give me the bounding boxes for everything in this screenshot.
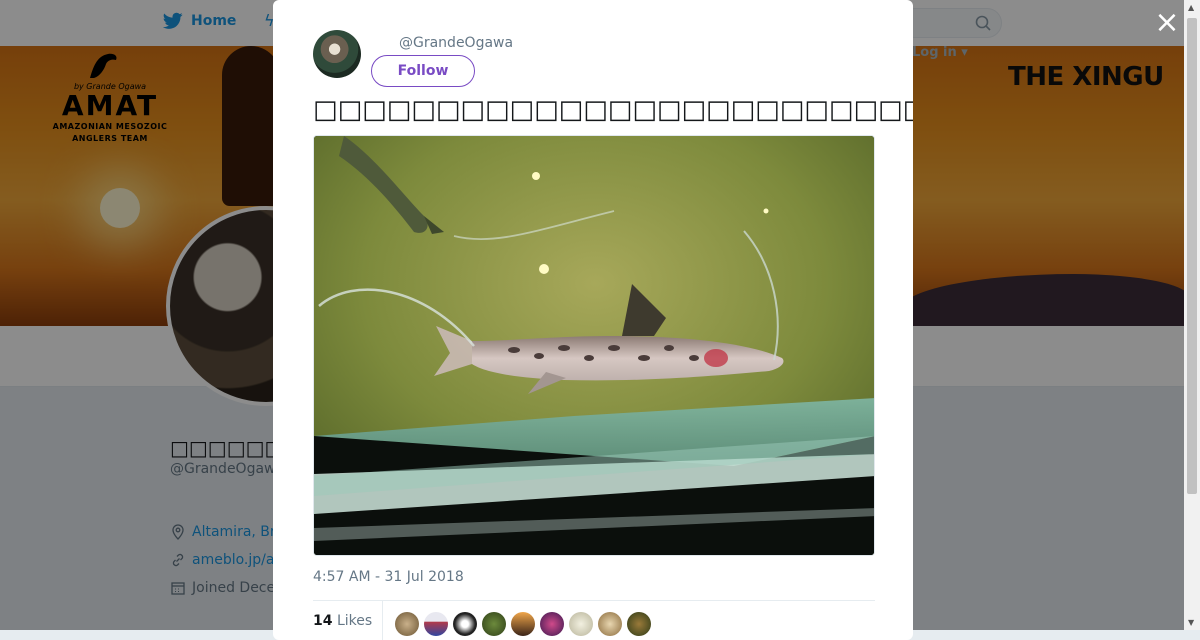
liker-avatar[interactable] [453, 612, 477, 636]
liker-avatar[interactable] [511, 612, 535, 636]
likes-label: Likes [336, 613, 373, 629]
liker-avatar[interactable] [424, 612, 448, 636]
close-icon: × [1154, 5, 1180, 40]
tweet-author-handle[interactable]: @GrandeOgawa [399, 35, 513, 51]
liker-avatar[interactable] [627, 612, 651, 636]
liker-avatar[interactable] [598, 612, 622, 636]
liker-avatar[interactable] [569, 612, 593, 636]
tweet-timestamp[interactable]: 4:57 AM - 31 Jul 2018 [313, 569, 464, 585]
close-button[interactable]: × [1152, 8, 1182, 38]
likes-count: 14 [313, 613, 333, 629]
liker-avatars [395, 612, 651, 636]
scroll-down-arrow-icon[interactable]: ▼ [1188, 618, 1194, 627]
liker-avatar[interactable] [482, 612, 506, 636]
tweet-divider [313, 600, 875, 601]
tweet-body: □□□□□□□□□□□□□□□□□□□□□□□□□□□ [313, 95, 913, 125]
follow-button[interactable]: Follow [371, 55, 475, 87]
tweet-text: □□□□□□□□□□□□□□□□□□□□□□□□□□□#□□□ [313, 92, 913, 128]
tweet-modal: @GrandeOgawa Follow □□□□□□□□□□□□□□□□□□□□… [273, 0, 913, 640]
scroll-up-arrow-icon[interactable]: ▲ [1188, 3, 1194, 12]
liker-avatar[interactable] [540, 612, 564, 636]
tweet-author-avatar[interactable] [313, 30, 361, 78]
likes-separator [382, 601, 383, 640]
scrollbar-thumb[interactable] [1187, 18, 1197, 494]
fish-tank-photo [314, 136, 874, 555]
page-scrollbar[interactable]: ▲ ▼ [1184, 0, 1200, 630]
liker-avatar[interactable] [395, 612, 419, 636]
likes-count-link[interactable]: 14 Likes [313, 613, 372, 629]
tweet-photo[interactable] [313, 135, 875, 556]
